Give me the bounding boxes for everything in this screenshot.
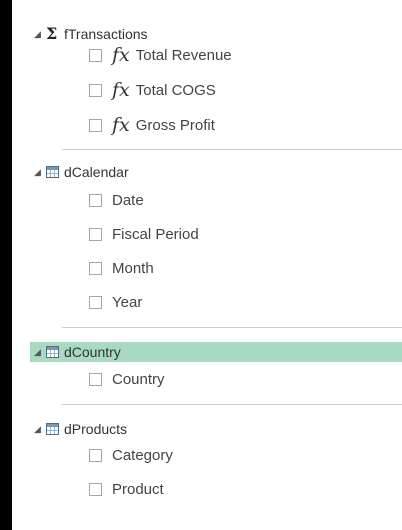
field-checkbox[interactable]	[89, 261, 102, 275]
window-left-edge	[0, 0, 12, 530]
field-checkbox[interactable]	[89, 372, 102, 386]
field-checkbox[interactable]	[89, 193, 102, 207]
field-label: Country	[112, 370, 165, 388]
table-icon	[46, 423, 59, 435]
section-divider	[62, 404, 402, 405]
field-item-month[interactable]: Month	[89, 257, 154, 279]
fx-icon: fx	[112, 44, 130, 66]
table-name: dProducts	[64, 421, 128, 437]
expand-arrow-icon[interactable]: ◢	[34, 347, 44, 358]
field-checkbox[interactable]	[89, 227, 102, 241]
field-item-total-cogs[interactable]: fx Total COGS	[89, 79, 216, 101]
field-label: Fiscal Period	[112, 225, 199, 243]
field-item-total-revenue[interactable]: fx Total Revenue	[89, 44, 232, 66]
table-icon	[46, 166, 59, 178]
field-label: Year	[112, 293, 143, 311]
field-checkbox[interactable]	[89, 482, 102, 496]
fx-icon: fx	[112, 79, 130, 101]
table-header-dcalendar[interactable]: ◢ dCalendar	[34, 162, 129, 182]
field-checkbox[interactable]	[89, 448, 102, 462]
fields-pane: ◢ Σ fTransactions fx Total Revenue fx To…	[12, 0, 402, 530]
field-label: Category	[112, 446, 173, 464]
field-checkbox[interactable]	[89, 295, 102, 309]
table-header-ftransactions[interactable]: ◢ Σ fTransactions	[34, 24, 148, 44]
field-item-country[interactable]: Country	[89, 368, 165, 390]
section-divider	[62, 149, 402, 150]
field-item-category[interactable]: Category	[89, 444, 173, 466]
expand-arrow-icon[interactable]: ◢	[34, 167, 44, 178]
expand-arrow-icon[interactable]: ◢	[34, 424, 44, 435]
field-checkbox[interactable]	[89, 118, 102, 132]
fx-icon: fx	[112, 114, 130, 136]
table-icon	[46, 346, 59, 358]
field-label: Total Revenue	[135, 46, 232, 64]
field-label: Date	[112, 191, 144, 209]
section-divider	[62, 327, 402, 328]
table-name: dCalendar	[64, 164, 129, 180]
table-name: dCountry	[64, 344, 121, 360]
field-item-date[interactable]: Date	[89, 189, 144, 211]
field-label: Gross Profit	[135, 116, 215, 134]
field-checkbox[interactable]	[89, 48, 102, 62]
field-item-product[interactable]: Product	[89, 478, 164, 500]
table-header-dproducts[interactable]: ◢ dProducts	[34, 419, 127, 439]
field-item-year[interactable]: Year	[89, 291, 142, 313]
expand-arrow-icon[interactable]: ◢	[34, 29, 44, 40]
field-label: Month	[112, 259, 154, 277]
field-item-gross-profit[interactable]: fx Gross Profit	[89, 114, 215, 136]
field-checkbox[interactable]	[89, 83, 102, 97]
field-item-fiscal-period[interactable]: Fiscal Period	[89, 223, 199, 245]
sigma-icon: Σ	[46, 24, 58, 43]
table-header-dcountry[interactable]: ◢ dCountry	[30, 342, 402, 362]
table-name: fTransactions	[64, 26, 148, 42]
field-label: Product	[112, 480, 164, 498]
field-label: Total COGS	[135, 81, 216, 99]
